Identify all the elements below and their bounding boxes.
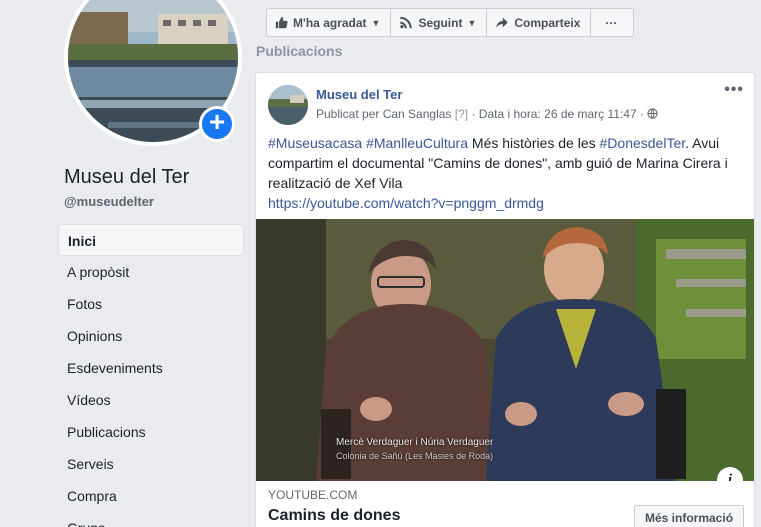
post-text: Més històries de les [468, 135, 600, 151]
hashtag-link[interactable]: #ManlleuCultura [366, 135, 468, 151]
page-name[interactable]: Museu del Ter [64, 166, 189, 189]
video-caption: Mercè Verdaguer i Núria Verdaguer [336, 437, 494, 448]
page-action-bar: M'ha agradat ▼ Seguint ▼ Comparteix ··· [266, 8, 635, 37]
avatar-image [268, 85, 308, 125]
share-arrow-icon [496, 17, 509, 29]
rss-follow-icon [400, 16, 413, 29]
post-date[interactable]: · Data i hora: 26 de març 11:47 · [471, 107, 644, 121]
nav-item-grups[interactable]: Grups [58, 512, 244, 527]
globe-icon [647, 108, 658, 119]
nav-item-publicacions[interactable]: Publicacions [58, 416, 244, 448]
video-caption-location: Colònia de Sañú (Les Masies de Roda) [336, 451, 494, 461]
section-title: Publicacions [256, 43, 343, 59]
chevron-down-icon: ▼ [467, 17, 477, 28]
add-photo-icon[interactable]: + [199, 106, 235, 142]
video-thumbnail-image [256, 219, 754, 481]
like-button[interactable]: M'ha agradat ▼ [266, 8, 392, 37]
post-options-icon[interactable]: ••• [724, 81, 744, 99]
left-column: + Museu del Ter @museudelter Inici A pro… [0, 0, 255, 527]
share-button[interactable]: Comparteix [487, 8, 592, 37]
like-label: M'ha agradat [293, 15, 367, 30]
follow-label: Seguint [418, 15, 463, 30]
more-actions-button[interactable]: ··· [591, 8, 635, 37]
video-thumbnail[interactable]: Mercè Verdaguer i Núria Verdaguer Colòni… [256, 219, 754, 481]
nav-item-esdeveniments[interactable]: Esdeveniments [58, 352, 244, 384]
nav-item-videos[interactable]: Vídeos [58, 384, 244, 416]
published-by[interactable]: Publicat per Can Sanglas [316, 107, 451, 121]
post-body: #Museusacasa #ManlleuCultura Més històri… [268, 133, 746, 213]
page-handle[interactable]: @museudelter [64, 194, 154, 209]
follow-button[interactable]: Seguint ▼ [391, 8, 488, 37]
nav-item-compra[interactable]: Compra [58, 480, 244, 512]
video-link[interactable]: https://youtube.com/watch?v=pnggm_drmdg [268, 195, 544, 211]
post-card: Museu del Ter Publicat per Can Sanglas [… [255, 72, 755, 527]
link-source: YOUTUBE.COM [268, 488, 358, 502]
page-nav: Inici A propòsit Fotos Opinions Esdeveni… [58, 224, 244, 527]
more-info-button[interactable]: Més informació [634, 505, 745, 527]
post-meta: Publicat per Can Sanglas [?] · Data i ho… [316, 107, 658, 121]
avatar[interactable] [268, 85, 308, 125]
share-label: Comparteix [514, 15, 581, 30]
chevron-down-icon: ▼ [371, 17, 381, 28]
hashtag-link[interactable]: #DonesdelTer [600, 135, 686, 151]
nav-item-a-proposit[interactable]: A propòsit [58, 256, 244, 288]
nav-item-fotos[interactable]: Fotos [58, 288, 244, 320]
nav-item-inici[interactable]: Inici [58, 224, 244, 256]
post-author[interactable]: Museu del Ter [316, 87, 402, 102]
help-marker[interactable]: [?] [455, 107, 468, 121]
nav-item-opinions[interactable]: Opinions [58, 320, 244, 352]
more-dots-icon: ··· [605, 15, 618, 30]
thumbs-up-icon [275, 16, 288, 29]
nav-item-serveis[interactable]: Serveis [58, 448, 244, 480]
link-title[interactable]: Camins de dones [268, 507, 400, 525]
hashtag-link[interactable]: #Museusacasa [268, 135, 362, 151]
